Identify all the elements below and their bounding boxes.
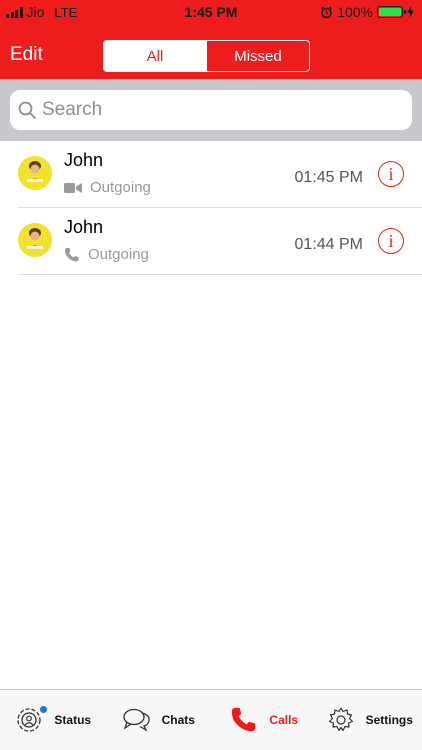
gear-icon [326, 705, 356, 735]
row-divider [18, 274, 422, 275]
status-badge [40, 706, 48, 713]
tab-status[interactable]: Status [0, 690, 106, 750]
call-type: Outgoing [88, 246, 149, 263]
charging-icon [407, 6, 414, 18]
search-placeholder: Search [42, 99, 103, 120]
segment-missed[interactable]: Missed [206, 41, 309, 71]
tab-chats[interactable]: Chats [106, 690, 212, 750]
call-list: John Outgoing 01:45 PM i John Outgoing 0… [0, 141, 422, 275]
call-row[interactable]: John Outgoing 01:45 PM i [0, 141, 422, 208]
avatar [18, 156, 52, 190]
info-icon[interactable]: i [378, 228, 404, 254]
tab-calls[interactable]: Calls [211, 690, 317, 750]
phone-icon [65, 247, 79, 261]
status-bar: Jio LTE 1:45 PM 100% [0, 0, 422, 24]
search-bar-container: Search [0, 79, 422, 141]
tab-label: Settings [365, 713, 413, 727]
segment-all[interactable]: All [104, 41, 206, 71]
info-icon[interactable]: i [378, 161, 404, 187]
chats-icon [122, 705, 152, 735]
call-detail: Outgoing [64, 179, 151, 196]
video-icon [64, 182, 82, 193]
call-filter-segmented-control: All Missed [103, 40, 310, 72]
battery-icon [377, 6, 406, 18]
search-input[interactable]: Search [10, 90, 412, 130]
alarm-icon [321, 6, 333, 18]
call-time: 01:45 PM [294, 169, 363, 186]
call-detail: Outgoing [64, 246, 149, 263]
call-time: 01:44 PM [294, 236, 363, 253]
tab-bar: Status Chats Calls Settings [0, 689, 422, 750]
tab-label: Calls [269, 713, 299, 727]
contact-name: John [64, 150, 104, 170]
search-icon [18, 101, 36, 119]
top-bar: Jio LTE 1:45 PM 100% Edit All Missed [0, 0, 422, 79]
edit-button[interactable]: Edit [10, 44, 43, 66]
avatar [18, 223, 52, 257]
tab-label: Chats [161, 713, 195, 727]
contact-name: John [64, 217, 104, 237]
tab-settings[interactable]: Settings [317, 690, 422, 750]
phone-icon [229, 705, 259, 735]
call-row[interactable]: John Outgoing 01:44 PM i [0, 208, 422, 275]
status-icon [14, 705, 48, 735]
status-right: 100% [320, 4, 414, 20]
battery-percent: 100% [337, 4, 373, 20]
call-type: Outgoing [90, 179, 151, 196]
tab-label: Status [54, 713, 92, 727]
